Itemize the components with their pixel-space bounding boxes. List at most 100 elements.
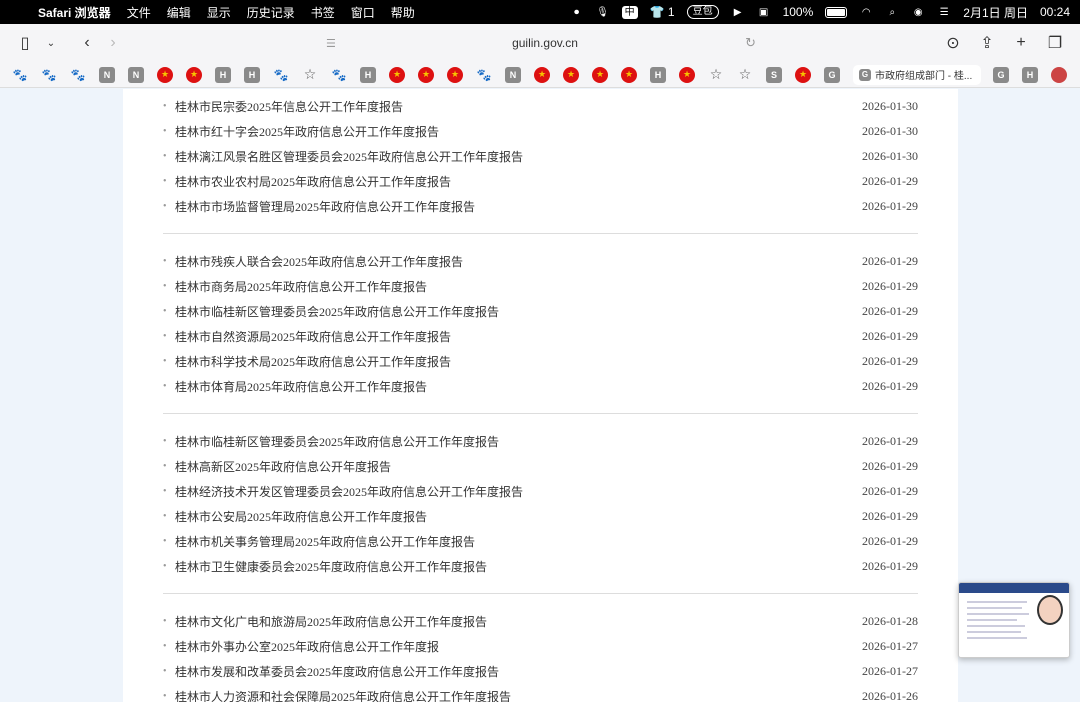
n-favicon-icon[interactable]: N xyxy=(99,66,115,83)
national-emblem-icon[interactable]: ★ xyxy=(621,66,637,83)
input-method-indicator[interactable]: 中 xyxy=(621,5,638,19)
national-emblem-icon[interactable]: ★ xyxy=(563,66,579,83)
shirt-status[interactable]: 👕 1 xyxy=(650,5,675,19)
app-menu[interactable]: Safari 浏览器 xyxy=(38,4,111,21)
news-title-link[interactable]: 桂林市临桂新区管理委员会2025年政府信息公开工作年度报告 xyxy=(175,303,838,320)
news-list-item[interactable]: • 桂林市公安局2025年政府信息公开工作年度报告 2026-01-29 xyxy=(163,504,918,529)
news-list-item[interactable]: • 桂林市外事办公室2025年政府信息公开工作年度报 2026-01-27 xyxy=(163,634,918,659)
news-list-item[interactable]: • 桂林市残疾人联合会2025年政府信息公开工作年度报告 2026-01-29 xyxy=(163,249,918,274)
news-list-item[interactable]: • 桂林市体育局2025年政府信息公开工作年度报告 2026-01-29 xyxy=(163,374,918,399)
site-settings-icon[interactable]: ☰ xyxy=(326,37,336,50)
news-list-item[interactable]: • 桂林市卫生健康委员会2025年度政府信息公开工作年度报告 2026-01-29 xyxy=(163,554,918,579)
siri-icon[interactable]: ◉ xyxy=(911,5,925,19)
baidu-paw-icon[interactable]: 🐾 xyxy=(70,67,86,83)
menubar-date[interactable]: 2月1日 周日 xyxy=(963,4,1028,21)
news-title-link[interactable]: 桂林市市场监督管理局2025年政府信息公开工作年度报告 xyxy=(175,198,838,215)
sidebar-toggle-icon[interactable]: ▯ xyxy=(12,30,38,56)
news-title-link[interactable]: 桂林市机关事务管理局2025年政府信息公开工作年度报告 xyxy=(175,533,838,550)
menu-history[interactable]: 历史记录 xyxy=(247,4,295,21)
news-title-link[interactable]: 桂林市红十字会2025年政府信息公开工作年度报告 xyxy=(175,123,838,140)
news-list-item[interactable]: • 桂林市红十字会2025年政府信息公开工作年度报告 2026-01-30 xyxy=(163,119,918,144)
news-title-link[interactable]: 桂林市自然资源局2025年政府信息公开工作年度报告 xyxy=(175,328,838,345)
baidu-paw-icon[interactable]: 🐾 xyxy=(476,67,492,83)
menu-edit[interactable]: 编辑 xyxy=(167,4,191,21)
tab-overview-icon[interactable]: ❐ xyxy=(1042,30,1068,56)
menu-view[interactable]: 显示 xyxy=(207,4,231,21)
news-list-item[interactable]: • 桂林漓江风景名胜区管理委员会2025年政府信息公开工作年度报告 2026-01-… xyxy=(163,144,918,169)
downloads-icon[interactable]: ⊙ xyxy=(940,30,966,56)
h-favicon-icon[interactable]: H xyxy=(360,66,376,83)
s-favicon-icon[interactable]: S xyxy=(766,66,782,83)
news-list-item[interactable]: • 桂林市发展和改革委员会2025年度政府信息公开工作年度报告 2026-01-27 xyxy=(163,659,918,684)
g-favicon-icon[interactable]: G xyxy=(824,66,840,83)
baidu-paw-icon[interactable]: 🐾 xyxy=(12,67,28,83)
star-bookmark-icon[interactable]: ☆ xyxy=(302,66,318,83)
news-title-link[interactable]: 桂林经济技术开发区管理委员会2025年政府信息公开工作年度报告 xyxy=(175,483,838,500)
chevron-down-icon[interactable]: ⌄ xyxy=(38,30,64,56)
news-list-item[interactable]: • 桂林市民宗委2025年信息公开工作年度报告 2026-01-30 xyxy=(163,94,918,119)
news-list-item[interactable]: • 桂林市临桂新区管理委员会2025年政府信息公开工作年度报告 2026-01-29 xyxy=(163,299,918,324)
national-emblem-icon[interactable]: ★ xyxy=(418,66,434,83)
news-list-item[interactable]: • 桂林市市场监督管理局2025年政府信息公开工作年度报告 2026-01-29 xyxy=(163,194,918,219)
baidu-paw-icon[interactable]: 🐾 xyxy=(331,67,347,83)
control-center-icon[interactable]: ☰ xyxy=(937,5,951,19)
news-list-item[interactable]: • 桂林市人力资源和社会保障局2025年政府信息公开工作年度报告 2026-01-2… xyxy=(163,684,918,702)
national-emblem-icon[interactable]: ★ xyxy=(679,66,695,83)
news-title-link[interactable]: 桂林高新区2025年政府信息公开年度报告 xyxy=(175,458,838,475)
news-title-link[interactable]: 桂林市残疾人联合会2025年政府信息公开工作年度报告 xyxy=(175,253,838,270)
microphone-icon[interactable]: 🎙 xyxy=(596,5,610,19)
news-list-item[interactable]: • 桂林市科学技术局2025年政府信息公开工作年度报告 2026-01-29 xyxy=(163,349,918,374)
play-icon[interactable]: ▶ xyxy=(731,5,745,19)
baidu-paw-icon[interactable]: 🐾 xyxy=(273,67,289,83)
share-icon[interactable]: ⇪ xyxy=(974,30,1000,56)
news-list-item[interactable]: • 桂林市自然资源局2025年政府信息公开工作年度报告 2026-01-29 xyxy=(163,324,918,349)
address-bar[interactable]: ☰ guilin.gov.cn ↻ xyxy=(320,29,770,57)
g-favicon-icon[interactable]: G xyxy=(993,66,1009,83)
baidu-paw-icon[interactable]: 🐾 xyxy=(41,67,57,83)
news-title-link[interactable]: 桂林市人力资源和社会保障局2025年政府信息公开工作年度报告 xyxy=(175,688,838,702)
news-title-link[interactable]: 桂林市外事办公室2025年政府信息公开工作年度报 xyxy=(175,638,838,655)
app-status-icon[interactable]: ▣ xyxy=(757,5,771,19)
news-title-link[interactable]: 桂林市商务局2025年政府信息公开工作年度报告 xyxy=(175,278,838,295)
news-title-link[interactable]: 桂林市民宗委2025年信息公开工作年度报告 xyxy=(175,98,838,115)
national-emblem-icon[interactable]: ★ xyxy=(534,66,550,83)
national-emblem-icon[interactable]: ★ xyxy=(157,66,173,83)
screenshot-thumbnail-preview[interactable] xyxy=(958,582,1070,658)
national-emblem-icon[interactable]: ★ xyxy=(592,66,608,83)
news-title-link[interactable]: 桂林市农业农村局2025年政府信息公开工作年度报告 xyxy=(175,173,838,190)
menu-bookmarks[interactable]: 书签 xyxy=(311,4,335,21)
menu-window[interactable]: 窗口 xyxy=(351,4,375,21)
news-list-item[interactable]: • 桂林市农业农村局2025年政府信息公开工作年度报告 2026-01-29 xyxy=(163,169,918,194)
forward-button[interactable]: › xyxy=(100,30,126,56)
reload-icon[interactable]: ↻ xyxy=(745,35,756,51)
national-emblem-icon[interactable]: ★ xyxy=(447,66,463,83)
new-tab-icon[interactable]: + xyxy=(1008,30,1034,56)
back-button[interactable]: ‹ xyxy=(74,30,100,56)
h-favicon-icon[interactable]: H xyxy=(244,66,260,83)
news-title-link[interactable]: 桂林市文化广电和旅游局2025年政府信息公开工作年度报告 xyxy=(175,613,838,630)
star-bookmark-icon[interactable]: ☆ xyxy=(737,66,753,83)
wifi-icon[interactable]: ◠ xyxy=(859,5,873,19)
news-list-item[interactable]: • 桂林经济技术开发区管理委员会2025年政府信息公开工作年度报告 2026-01-… xyxy=(163,479,918,504)
news-title-link[interactable]: 桂林漓江风景名胜区管理委员会2025年政府信息公开工作年度报告 xyxy=(175,148,838,165)
menubar-time[interactable]: 00:24 xyxy=(1040,5,1070,19)
news-list-item[interactable]: • 桂林市商务局2025年政府信息公开工作年度报告 2026-01-29 xyxy=(163,274,918,299)
news-title-link[interactable]: 桂林市临桂新区管理委员会2025年政府信息公开工作年度报告 xyxy=(175,433,838,450)
news-title-link[interactable]: 桂林市体育局2025年政府信息公开工作年度报告 xyxy=(175,378,838,395)
news-title-link[interactable]: 桂林市公安局2025年政府信息公开工作年度报告 xyxy=(175,508,838,525)
national-emblem-icon[interactable]: ★ xyxy=(186,66,202,83)
star-bookmark-icon[interactable]: ☆ xyxy=(708,66,724,83)
news-list-item[interactable]: • 桂林市文化广电和旅游局2025年政府信息公开工作年度报告 2026-01-28 xyxy=(163,609,918,634)
n-favicon-icon[interactable]: N xyxy=(505,66,521,83)
doubao-menu-item[interactable]: 豆包 xyxy=(686,5,719,19)
national-emblem-icon[interactable]: ★ xyxy=(795,66,811,83)
n-favicon-icon[interactable]: N xyxy=(128,66,144,83)
news-list-item[interactable]: • 桂林市临桂新区管理委员会2025年政府信息公开工作年度报告 2026-01-29 xyxy=(163,429,918,454)
spotlight-search-icon[interactable]: ⌕ xyxy=(885,5,899,19)
record-icon[interactable]: ⏺ xyxy=(570,5,584,19)
news-title-link[interactable]: 桂林市科学技术局2025年政府信息公开工作年度报告 xyxy=(175,353,838,370)
news-title-link[interactable]: 桂林市发展和改革委员会2025年度政府信息公开工作年度报告 xyxy=(175,663,838,680)
h-favicon-icon[interactable]: H xyxy=(650,66,666,83)
news-title-link[interactable]: 桂林市卫生健康委员会2025年度政府信息公开工作年度报告 xyxy=(175,558,838,575)
news-list-item[interactable]: • 桂林市机关事务管理局2025年政府信息公开工作年度报告 2026-01-29 xyxy=(163,529,918,554)
